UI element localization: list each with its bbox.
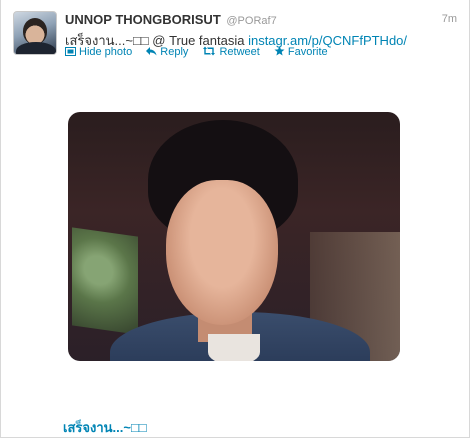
hide-photo-label: Hide photo [79, 46, 133, 58]
photo-icon [65, 47, 76, 56]
reply-button[interactable]: Reply [146, 46, 188, 58]
reply-label: Reply [160, 46, 189, 58]
photo-shirt-shape [208, 334, 260, 361]
avatar[interactable] [13, 11, 57, 55]
tweet-actions: Hide photo Reply Retweet Favorite [65, 46, 339, 58]
tweet-detail-panel: UNNOP THONGBORISUT @PORaf7 7m เสร็จงาน..… [0, 0, 470, 438]
reply-icon [146, 47, 157, 56]
display-name[interactable]: UNNOP THONGBORISUT [65, 12, 221, 27]
tweet-timestamp[interactable]: 7m [442, 13, 457, 25]
photo-window-backdrop [72, 227, 138, 335]
tweet-header: UNNOP THONGBORISUT @PORaf7 [65, 12, 277, 27]
avatar-shoulders-shape [16, 42, 56, 54]
screen-name[interactable]: @PORaf7 [226, 15, 276, 27]
retweet-label: Retweet [219, 46, 260, 58]
retweet-button[interactable]: Retweet [202, 46, 260, 58]
hide-photo-button[interactable]: Hide photo [65, 46, 132, 58]
tweet-photo[interactable] [68, 112, 400, 361]
photo-face-shape [166, 180, 278, 325]
retweet-icon [203, 46, 216, 56]
favorite-button[interactable]: Favorite [274, 46, 328, 58]
favorite-label: Favorite [287, 46, 328, 58]
photo-caption-link[interactable]: เสร็จงาน...~□□ [63, 417, 147, 438]
star-icon [274, 46, 285, 56]
avatar-head-shape [23, 18, 47, 44]
